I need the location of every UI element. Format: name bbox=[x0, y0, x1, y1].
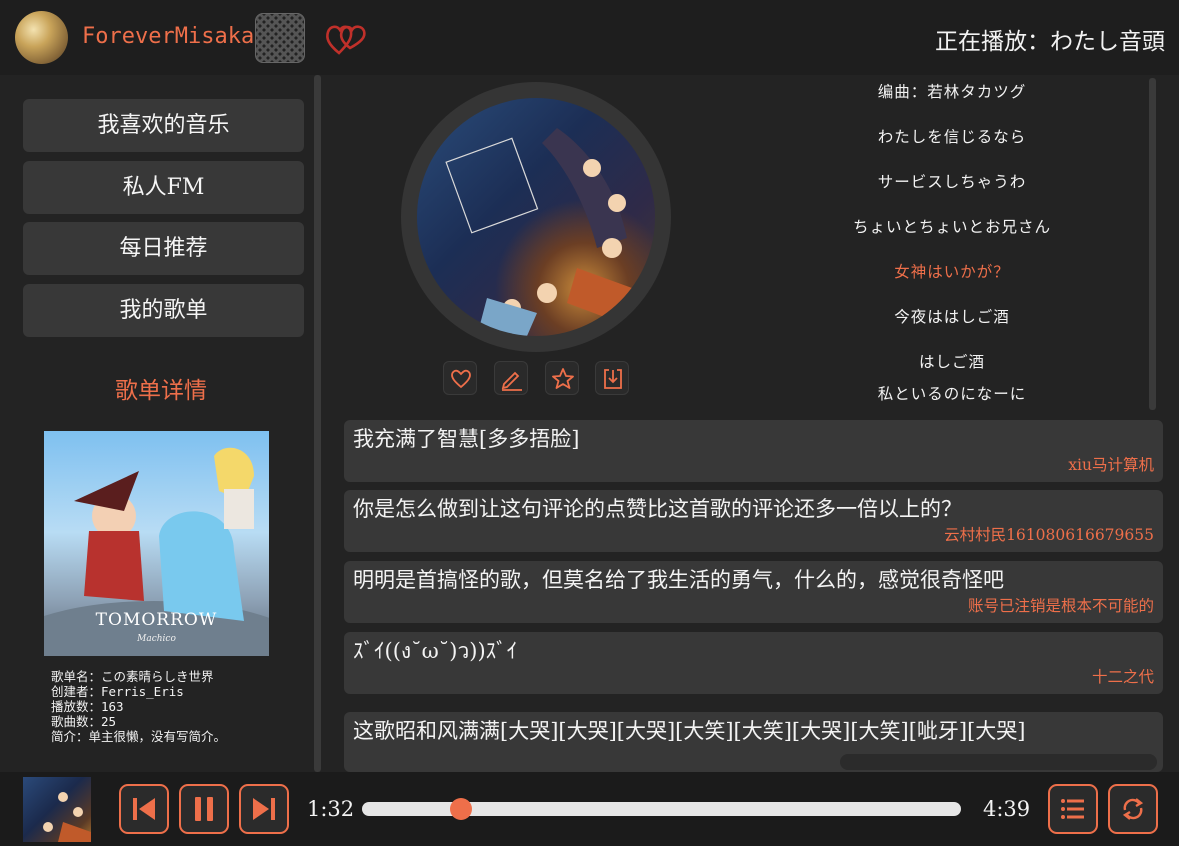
avatar[interactable] bbox=[15, 11, 68, 64]
progress-slider[interactable] bbox=[362, 798, 961, 820]
comment-author[interactable]: 云村村民161080616679655 bbox=[944, 523, 1154, 545]
lyric-line: はしご酒 bbox=[918, 353, 985, 371]
comment-author[interactable]: 十二之代 bbox=[1092, 665, 1154, 687]
download-button[interactable] bbox=[595, 361, 629, 395]
nav-daily-recommend[interactable]: 每日推荐 bbox=[23, 222, 304, 275]
edit-icon bbox=[501, 371, 522, 391]
previous-button[interactable] bbox=[119, 784, 169, 834]
pause-button[interactable] bbox=[179, 784, 229, 834]
comment-text: 你是怎么做到让这句评论的点赞比这首歌的评论还多一倍以上的？ bbox=[353, 497, 962, 521]
lyric-line: ちょいとちょいとお兄さん bbox=[852, 218, 1051, 236]
lyric-line-current: 女神はいかが？ bbox=[894, 263, 1010, 281]
skip-next-icon bbox=[253, 798, 275, 820]
lyrics-scrollbar[interactable] bbox=[1149, 78, 1156, 410]
lyric-line: わたしを信じるなら bbox=[877, 128, 1027, 146]
comment-item: 你是怎么做到让这句评论的点赞比这首歌的评论还多一倍以上的？ 云村村民161080… bbox=[344, 490, 1163, 552]
playlist-button[interactable] bbox=[1048, 784, 1098, 834]
comment-text: 这歌昭和风满满[大哭][大哭][大哭][大笑][大笑][大哭][大笑][呲牙][… bbox=[353, 719, 1026, 743]
album-disc bbox=[401, 82, 671, 352]
nav-my-favorite-music[interactable]: 我喜欢的音乐 bbox=[23, 99, 304, 152]
download-icon bbox=[604, 369, 622, 389]
playlist-song-count: 歌曲数：25 bbox=[51, 714, 117, 729]
lyric-line: サービスしちゃうわ bbox=[877, 173, 1027, 191]
song-action-bar bbox=[443, 361, 629, 395]
next-button[interactable] bbox=[239, 784, 289, 834]
lyric-line: 私といるのになーに bbox=[877, 385, 1027, 403]
playlist-info: 歌单名：この素晴らしき世界 创建者：Ferris_Eris 播放数：163 歌曲… bbox=[51, 669, 226, 744]
now-playing-title: 正在播放：わたし音頭 bbox=[935, 29, 1165, 55]
like-button[interactable] bbox=[443, 361, 477, 395]
total-time: 4:39 bbox=[983, 797, 1031, 821]
heart-outline-icon bbox=[451, 369, 471, 389]
lyric-line: 编曲：若林タカツグ bbox=[877, 83, 1027, 101]
lyric-line: 今夜ははしご酒 bbox=[894, 308, 1010, 326]
progress-thumb[interactable] bbox=[449, 798, 472, 820]
comments-horizontal-scrollbar[interactable] bbox=[840, 754, 1157, 770]
comment-author[interactable]: xiu马计算机 bbox=[1068, 453, 1154, 475]
sidebar-scrollbar[interactable] bbox=[314, 75, 321, 772]
comment-edit-button[interactable] bbox=[494, 361, 528, 395]
pause-icon bbox=[195, 797, 213, 821]
star-icon bbox=[552, 368, 574, 389]
theme-pattern-button[interactable] bbox=[255, 13, 305, 63]
comment-text: ｽﾞｲ((ง˘ω˘)ว))ｽﾞｲ bbox=[353, 639, 518, 663]
playlist-description: 简介：单主很懒，没有写简介。 bbox=[51, 729, 227, 744]
album-art bbox=[417, 98, 655, 336]
comment-item: 我充满了智慧[多多捂脸] xiu马计算机 bbox=[344, 420, 1163, 482]
comment-text: 我充满了智慧[多多捂脸] bbox=[353, 427, 580, 451]
comment-item: 明明是首搞怪的歌，但莫名给了我生活的勇气，什么的，感觉很奇怪吧 账号已注销是根本… bbox=[344, 561, 1163, 623]
double-heart-icon[interactable] bbox=[324, 20, 368, 58]
album-illustration bbox=[445, 128, 632, 336]
now-playing-cover[interactable] bbox=[23, 777, 91, 842]
top-bar: ForeverMisaka 正在播放：わたし音頭 bbox=[0, 0, 1179, 75]
cover-title: TOMORROW bbox=[95, 610, 218, 630]
username[interactable]: ForeverMisaka bbox=[82, 24, 254, 49]
comment-item: ｽﾞｲ((ง˘ω˘)ว))ｽﾞｲ 十二之代 bbox=[344, 632, 1163, 694]
playlist-creator: 创建者：Ferris_Eris bbox=[51, 684, 184, 699]
skip-previous-icon bbox=[133, 798, 155, 820]
loop-icon bbox=[1122, 798, 1144, 820]
cover-artist: Machico bbox=[137, 634, 176, 644]
collect-button[interactable] bbox=[545, 361, 579, 395]
nav-personal-fm[interactable]: 私人FM bbox=[23, 161, 304, 214]
player-bar: 1:32 4:39 bbox=[0, 772, 1179, 846]
playlist-detail-title: 歌单详情 bbox=[115, 378, 207, 404]
nav-my-playlists[interactable]: 我的歌单 bbox=[23, 284, 304, 337]
comment-text: 明明是首搞怪的歌，但莫名给了我生活的勇气，什么的，感觉很奇怪吧 bbox=[353, 568, 1004, 592]
lyrics-panel[interactable]: 编曲：若林タカツグ わたしを信じるなら サービスしちゃうわ ちょいとちょいとお兄… bbox=[740, 78, 1164, 408]
playlist-cover-image: TOMORROW Machico bbox=[44, 431, 269, 656]
loop-mode-button[interactable] bbox=[1108, 784, 1158, 834]
sidebar: 我喜欢的音乐 私人FM 每日推荐 我的歌单 歌单详情 TOMORROW Mach… bbox=[0, 75, 322, 772]
current-time: 1:32 bbox=[307, 797, 355, 821]
playlist-name: 歌单名：この素晴らしき世界 bbox=[51, 669, 214, 684]
comment-author[interactable]: 账号已注销是根本不可能的 bbox=[968, 594, 1154, 616]
playlist-play-count: 播放数：163 bbox=[51, 699, 124, 714]
mini-cover-illustration bbox=[43, 792, 91, 842]
playlist-icon bbox=[1061, 799, 1084, 819]
